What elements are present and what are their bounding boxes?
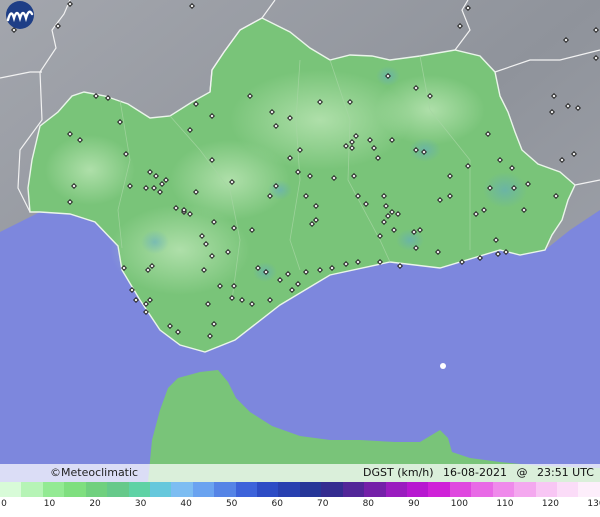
alboran-island bbox=[440, 363, 446, 369]
date-label: 16-08-2021 bbox=[443, 466, 507, 479]
legend-swatch bbox=[299, 482, 322, 497]
legend-swatch bbox=[449, 482, 472, 497]
legend-swatch bbox=[342, 482, 365, 497]
legend-swatch bbox=[107, 482, 129, 497]
legend-tick-label: 90 bbox=[408, 499, 420, 509]
legend-tick-label: 10 bbox=[43, 499, 56, 509]
color-scale-legend: 0 10 20 30 40 50 60 70 80 90 100 110 120 130 bbox=[0, 482, 600, 517]
legend-tick-label: 130 bbox=[587, 499, 600, 509]
legend-tick-label: 60 bbox=[271, 499, 283, 509]
map-canvas bbox=[0, 0, 600, 482]
legend-swatch bbox=[42, 482, 65, 497]
legend-swatch bbox=[64, 482, 86, 497]
legend-swatch bbox=[407, 482, 429, 497]
time-label: 23:51 UTC bbox=[536, 466, 594, 479]
legend-swatch bbox=[535, 482, 557, 497]
legend-swatch bbox=[192, 482, 215, 497]
legend-swatch bbox=[364, 482, 386, 497]
legend-swatch bbox=[514, 482, 536, 497]
legend-tick-label: 80 bbox=[362, 499, 375, 509]
legend-tick-label: 100 bbox=[450, 499, 468, 509]
legend-swatch bbox=[556, 482, 579, 497]
legend-swatch bbox=[578, 482, 600, 497]
legend-color-bar bbox=[0, 482, 600, 497]
legend-tick-label: 120 bbox=[541, 499, 560, 509]
legend-swatch bbox=[214, 482, 236, 497]
legend-swatch bbox=[85, 482, 108, 497]
at-symbol: @ bbox=[516, 466, 528, 479]
meteoclimatic-logo-icon bbox=[6, 1, 34, 29]
legend-swatch bbox=[171, 482, 193, 497]
wind-gust-map: ©Meteoclimatic DGST (km/h) 16-08-2021 @ … bbox=[0, 0, 600, 517]
legend-tick-label: 50 bbox=[225, 499, 238, 509]
legend-swatch bbox=[428, 482, 450, 497]
legend-swatch bbox=[385, 482, 408, 497]
legend-swatch bbox=[149, 482, 172, 497]
legend-swatch bbox=[21, 482, 43, 497]
legend-tick-label: 0 bbox=[1, 499, 7, 509]
legend-tick-label: 20 bbox=[89, 499, 101, 509]
brand-label: ©Meteoclimatic bbox=[50, 466, 139, 479]
map-caption: DGST (km/h) 16-08-2021 @ 23:51 UTC bbox=[357, 466, 594, 479]
legend-swatch bbox=[471, 482, 493, 497]
legend-tick-label: 70 bbox=[317, 499, 329, 509]
legend-tick-label: 110 bbox=[496, 499, 514, 509]
legend-swatch bbox=[0, 482, 22, 497]
legend-swatch bbox=[128, 482, 150, 497]
legend-tick-label: 30 bbox=[134, 499, 147, 509]
legend-tick-label: 40 bbox=[180, 499, 192, 509]
legend-swatch bbox=[278, 482, 300, 497]
legend-ticks: 0 10 20 30 40 50 60 70 80 90 100 110 120 130 bbox=[0, 497, 600, 515]
legend-swatch bbox=[257, 482, 279, 497]
legend-swatch bbox=[492, 482, 515, 497]
legend-swatch bbox=[321, 482, 343, 497]
variable-label: DGST (km/h) bbox=[363, 466, 434, 479]
legend-swatch bbox=[235, 482, 258, 497]
